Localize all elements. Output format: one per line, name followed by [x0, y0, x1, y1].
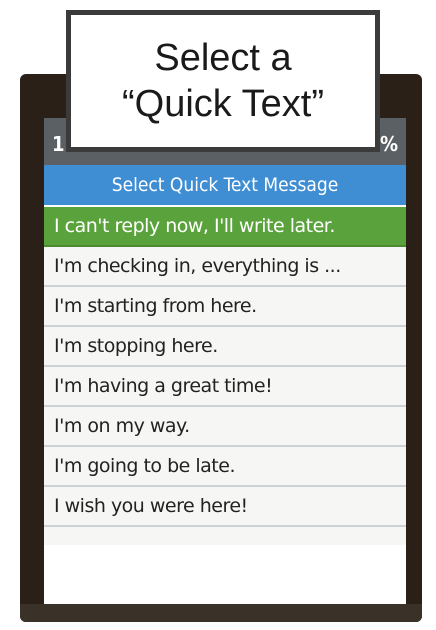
quick-text-item-partial[interactable] — [44, 527, 406, 545]
quick-text-item[interactable]: I wish you were here! — [44, 487, 406, 527]
quick-text-item-selected[interactable]: I can't reply now, I'll write later. — [44, 207, 406, 247]
header-title: Select Quick Text Message — [111, 174, 339, 196]
quick-text-item[interactable]: I'm going to be late. — [44, 447, 406, 487]
device-bottom-bezel — [20, 604, 422, 622]
callout-line-1: Select a — [154, 36, 292, 79]
quick-text-header: Select Quick Text Message — [44, 165, 406, 205]
instruction-callout: Select a “Quick Text” — [66, 10, 380, 152]
quick-text-item[interactable]: I'm starting from here. — [44, 287, 406, 327]
quick-text-item[interactable]: I'm stopping here. — [44, 327, 406, 367]
quick-text-list: I can't reply now, I'll write later. I'm… — [44, 207, 406, 545]
quick-text-item[interactable]: I'm checking in, everything is ... — [44, 247, 406, 287]
callout-line-2: “Quick Text” — [121, 83, 324, 125]
status-bar-left-text: 1 — [52, 132, 65, 156]
quick-text-item[interactable]: I'm having a great time! — [44, 367, 406, 407]
battery-percent-text: % — [379, 132, 398, 156]
quick-text-item[interactable]: I'm on my way. — [44, 407, 406, 447]
